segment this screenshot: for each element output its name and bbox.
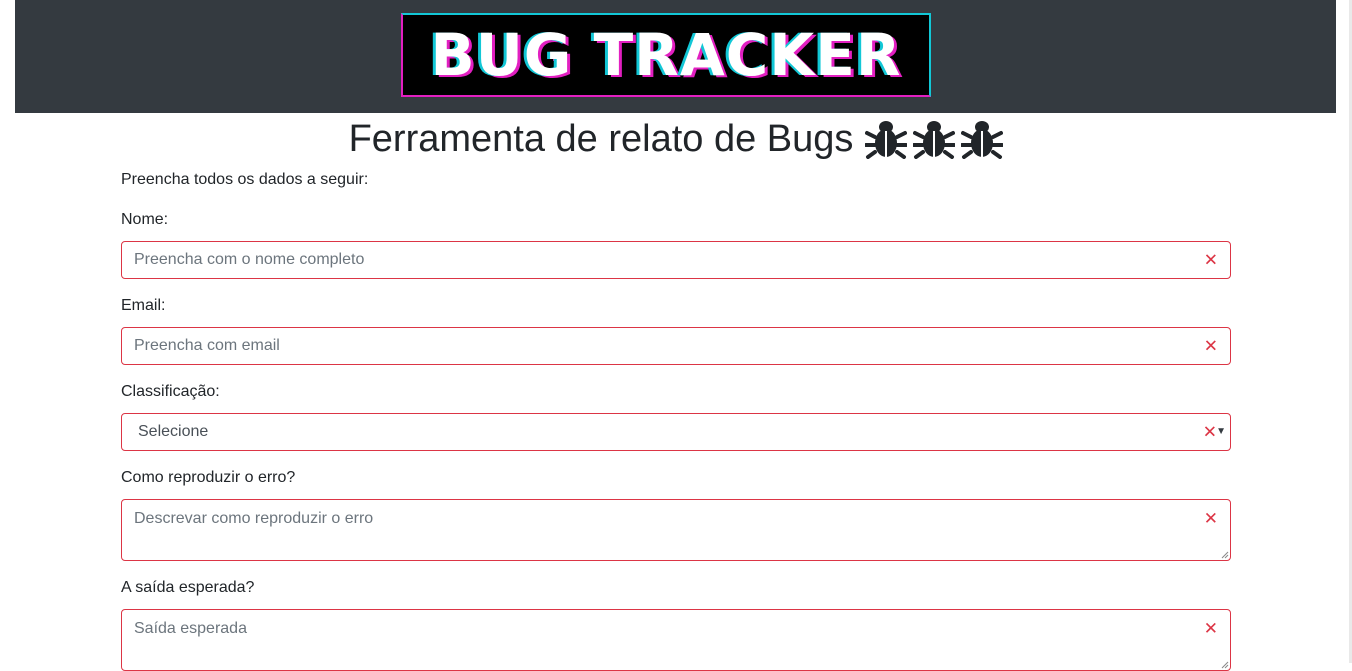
bug-tracker-logo: BUG TRACKER	[401, 13, 931, 97]
invalid-x-icon: ✕	[1203, 509, 1218, 528]
email-input[interactable]: Preencha com email ✕	[121, 327, 1231, 365]
page-title-text: Ferramenta de relato de Bugs	[348, 118, 854, 160]
saida-textarea[interactable]: Saída esperada ✕	[121, 609, 1231, 671]
resize-handle-icon[interactable]	[1221, 661, 1229, 669]
page-title: Ferramenta de relato de Bugs	[0, 116, 1352, 162]
reproduzir-label: Como reproduzir o erro?	[121, 469, 296, 486]
nome-label: Nome:	[121, 211, 169, 228]
logo-text: BUG TRACKER	[430, 21, 902, 89]
invalid-x-icon: ✕	[1202, 422, 1217, 442]
reproduzir-placeholder: Descrevar como reproduzir o erro	[134, 510, 374, 527]
classificacao-select[interactable]: Selecione ✕ ▼	[121, 413, 1231, 451]
classificacao-label: Classificação:	[121, 383, 220, 400]
invalid-x-icon: ✕	[1203, 336, 1218, 356]
email-placeholder: Preencha com email	[134, 337, 280, 354]
invalid-x-icon: ✕	[1203, 619, 1218, 638]
saida-placeholder: Saída esperada	[134, 620, 247, 637]
bug-icon	[913, 119, 956, 159]
chevron-down-icon: ▼	[1216, 426, 1226, 437]
saida-label: A saída esperada?	[121, 579, 255, 596]
bug-icons	[865, 119, 1004, 159]
reproduzir-textarea[interactable]: Descrevar como reproduzir o erro ✕	[121, 499, 1231, 561]
invalid-x-icon: ✕	[1203, 250, 1218, 270]
header-banner: BUG TRACKER	[15, 0, 1336, 113]
bug-icon	[865, 119, 908, 159]
nome-placeholder: Preencha com o nome completo	[134, 251, 365, 268]
nome-input[interactable]: Preencha com o nome completo ✕	[121, 241, 1231, 279]
form-intro: Preencha todos os dados a seguir:	[121, 171, 369, 188]
email-label: Email:	[121, 297, 166, 314]
classificacao-selected: Selecione	[138, 423, 209, 440]
resize-handle-icon[interactable]	[1221, 551, 1229, 559]
bug-icon	[961, 119, 1004, 159]
